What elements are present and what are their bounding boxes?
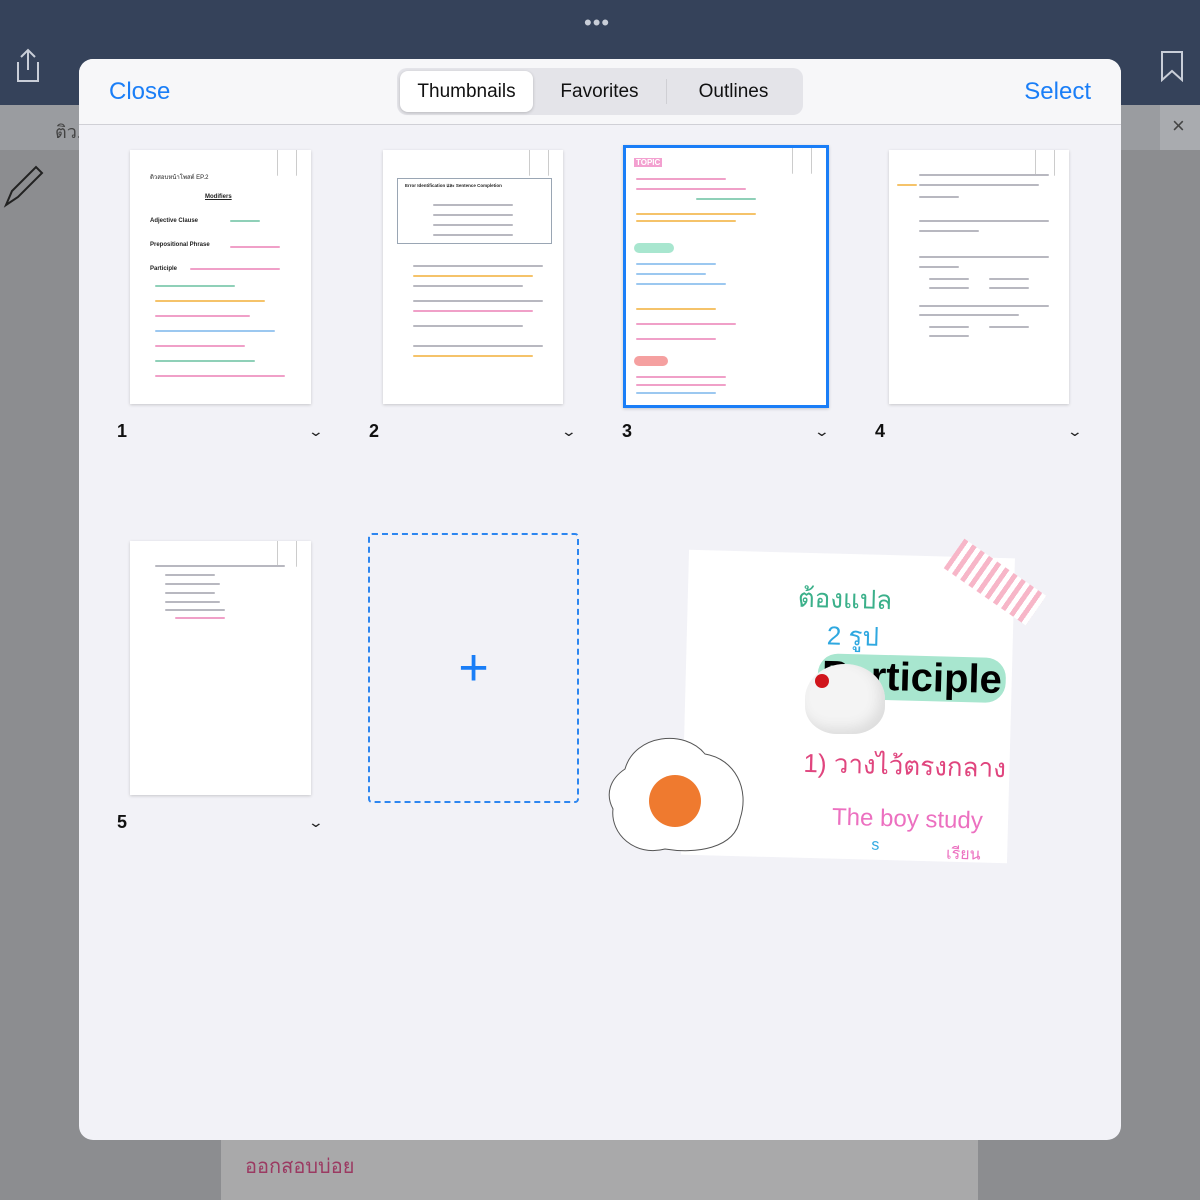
chevron-down-icon[interactable]: ⌄ bbox=[1067, 423, 1083, 440]
page-navigator-modal: Close Thumbnails Favorites Outlines Sele… bbox=[79, 59, 1121, 1140]
tab-close-button[interactable]: × bbox=[1160, 105, 1200, 150]
close-button[interactable]: Close bbox=[109, 78, 170, 106]
chevron-down-icon[interactable]: ⌄ bbox=[814, 423, 830, 440]
thumb-text: TOPIC bbox=[634, 158, 663, 167]
pen-icon[interactable] bbox=[2, 165, 46, 214]
select-button[interactable]: Select bbox=[1024, 78, 1091, 106]
chevron-down-icon[interactable]: ⌄ bbox=[308, 814, 324, 831]
add-page-button[interactable]: + bbox=[368, 533, 579, 803]
thumb-text: Participle bbox=[150, 266, 178, 272]
page-thumbnail-5[interactable] bbox=[130, 541, 311, 795]
page-number: 4 bbox=[875, 421, 886, 441]
sticker-text: 1) วางไว้ตรงกลาง bbox=[803, 747, 1007, 784]
fried-egg-sticker bbox=[608, 738, 744, 852]
sticker-text: ต้องแปล bbox=[797, 582, 893, 616]
sticker-text: เรียน bbox=[945, 845, 981, 864]
page-thumbnail-3[interactable]: TOPIC bbox=[623, 145, 829, 408]
thumb-text: Adjective Clause bbox=[150, 218, 199, 224]
modal-header: Close Thumbnails Favorites Outlines Sele… bbox=[79, 59, 1121, 125]
thumb-text: ติวสอบหน้าโพสต์ EP.2 bbox=[150, 175, 209, 181]
chevron-down-icon[interactable]: ⌄ bbox=[308, 423, 324, 440]
bookmark-icon[interactable] bbox=[1035, 150, 1055, 176]
page-number: 5 bbox=[117, 812, 128, 832]
page-drag-preview-sticker: ต้องแปล 2 รูป Participle 1) วางไว้ตรงกลา… bbox=[605, 538, 1050, 874]
page-thumbnail-1[interactable]: ติวสอบหน้าโพสต์ EP.2 Modifiers Adjective… bbox=[130, 150, 311, 404]
sticker-text: The boy study bbox=[831, 803, 984, 835]
more-icon[interactable]: ••• bbox=[584, 10, 610, 36]
bookmark-icon[interactable] bbox=[277, 150, 297, 176]
tab-thumbnails[interactable]: Thumbnails bbox=[400, 71, 533, 112]
share-icon[interactable] bbox=[14, 48, 42, 89]
document-handwriting: ออกสอบบ่อย bbox=[245, 1156, 355, 1178]
bookmark-icon[interactable] bbox=[529, 150, 549, 176]
bookmark-icon[interactable] bbox=[1160, 50, 1184, 87]
thumb-text: Modifiers bbox=[205, 194, 232, 200]
sticker-text: s bbox=[871, 836, 880, 854]
page-thumbnail-2[interactable]: Error Identification และ Sentence Comple… bbox=[383, 150, 563, 404]
thumb-text: Prepositional Phrase bbox=[150, 242, 210, 248]
chevron-down-icon[interactable]: ⌄ bbox=[561, 423, 577, 440]
bookmark-icon[interactable] bbox=[792, 148, 812, 174]
sticker-text: 2 รูป bbox=[826, 620, 880, 652]
page-thumbnail-4[interactable] bbox=[889, 150, 1069, 404]
cherry bbox=[815, 674, 829, 688]
page-number: 2 bbox=[369, 421, 380, 441]
page-number: 1 bbox=[117, 421, 128, 441]
view-segmented-control: Thumbnails Favorites Outlines bbox=[397, 68, 803, 115]
tab-outlines[interactable]: Outlines bbox=[667, 71, 800, 112]
page-number: 3 bbox=[622, 421, 633, 441]
bookmark-icon[interactable] bbox=[277, 541, 297, 567]
tab-favorites[interactable]: Favorites bbox=[533, 71, 666, 112]
plus-icon: + bbox=[458, 639, 489, 697]
